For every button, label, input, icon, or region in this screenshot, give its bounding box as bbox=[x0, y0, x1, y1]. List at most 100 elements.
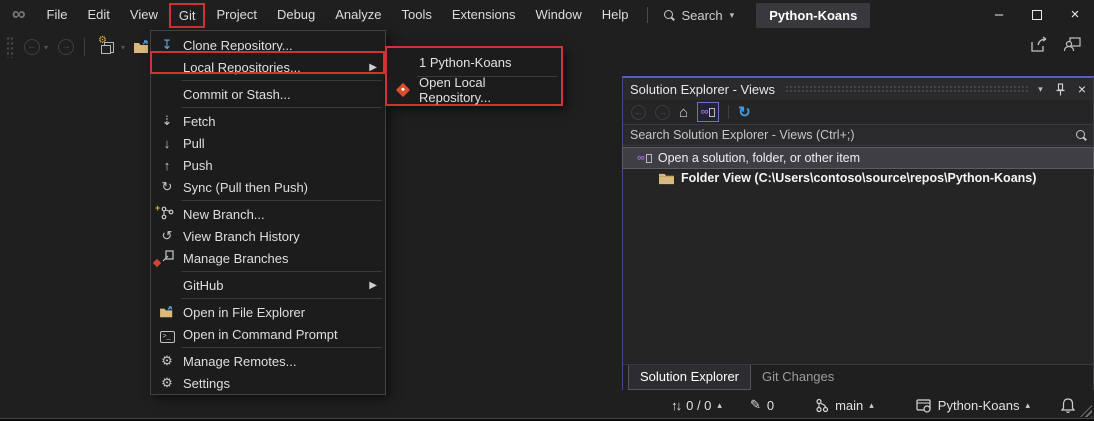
vs-solution-icon: ∞ bbox=[637, 152, 652, 164]
menuitem-label: View Branch History bbox=[183, 229, 385, 244]
menuitem-new-branch[interactable]: + New Branch... bbox=[151, 203, 385, 225]
panel-bottom-tabs: Solution Explorer Git Changes bbox=[623, 364, 1093, 390]
terminal-icon: >_ bbox=[151, 326, 183, 343]
menu-window[interactable]: Window bbox=[525, 0, 591, 30]
chevron-up-icon: ▴ bbox=[1025, 400, 1030, 411]
menuitem-label: Push bbox=[183, 158, 385, 173]
current-branch-status[interactable]: main ▴ bbox=[814, 398, 874, 413]
menuitem-fetch[interactable]: ⇣ Fetch bbox=[151, 110, 385, 132]
menuitem-label: Open in Command Prompt bbox=[183, 327, 385, 342]
window-shape bbox=[101, 45, 111, 54]
document-mini-icon bbox=[709, 108, 715, 117]
git-sync-status[interactable]: ↑↓ 0 / 0 ▴ bbox=[671, 398, 722, 413]
branch-icon bbox=[814, 398, 829, 413]
menuitem-label: Commit or Stash... bbox=[183, 87, 385, 102]
close-button[interactable]: × bbox=[1056, 0, 1094, 30]
solution-tree: ∞ Open a solution, folder, or other item… bbox=[623, 146, 1093, 364]
share-icon[interactable] bbox=[1030, 36, 1049, 53]
branch-name: main bbox=[835, 398, 863, 413]
menu-separator bbox=[181, 271, 382, 272]
menu-help[interactable]: Help bbox=[592, 0, 639, 30]
submenu-arrow-icon: ▶ bbox=[369, 280, 385, 291]
menuitem-pull[interactable]: ↓ Pull bbox=[151, 132, 385, 154]
panel-toolbar: ← → ⌂ ∞ ↻ bbox=[623, 100, 1093, 125]
panel-forward-button[interactable]: → bbox=[655, 105, 670, 120]
submenuitem-python-koans[interactable]: 1 Python-Koans bbox=[387, 50, 561, 75]
menu-debug[interactable]: Debug bbox=[267, 0, 325, 30]
menu-project[interactable]: Project bbox=[206, 0, 266, 30]
maximize-icon bbox=[1032, 10, 1042, 20]
maximize-button[interactable] bbox=[1018, 0, 1056, 30]
menuitem-label: Fetch bbox=[183, 114, 385, 129]
menuitem-manage-remotes[interactable]: ⚙ Manage Remotes... bbox=[151, 350, 385, 372]
refresh-icon[interactable]: ↻ bbox=[738, 103, 751, 121]
tree-row-open-solution[interactable]: ∞ Open a solution, folder, or other item bbox=[623, 148, 1093, 168]
back-history-chevron-icon[interactable]: ▾ bbox=[44, 43, 48, 52]
menu-file[interactable]: File bbox=[37, 0, 78, 30]
menu-git[interactable]: Git bbox=[169, 3, 206, 28]
navigate-forward-button[interactable]: → bbox=[58, 39, 74, 55]
home-icon[interactable]: ⌂ bbox=[679, 104, 688, 121]
panel-close-icon[interactable]: × bbox=[1078, 81, 1086, 97]
menu-view[interactable]: View bbox=[120, 0, 168, 30]
window-position-chevron-icon[interactable]: ▾ bbox=[1038, 84, 1043, 95]
menuitem-open-in-command-prompt[interactable]: >_ Open in Command Prompt bbox=[151, 323, 385, 345]
toolbar-grip[interactable] bbox=[6, 36, 14, 58]
menuitem-settings[interactable]: ⚙ Settings bbox=[151, 372, 385, 394]
open-folder-button[interactable] bbox=[133, 40, 151, 55]
pending-edits-status[interactable]: ✎ 0 bbox=[750, 397, 774, 413]
feedback-icon[interactable] bbox=[1063, 36, 1082, 53]
menuitem-github[interactable]: GitHub ▶ bbox=[151, 274, 385, 296]
search-control[interactable]: Search ▾ bbox=[657, 8, 740, 23]
tab-git-changes[interactable]: Git Changes bbox=[751, 365, 845, 389]
solution-search-box[interactable]: Search Solution Explorer - Views (Ctrl+;… bbox=[623, 125, 1093, 146]
gear-icon: ⚙ bbox=[151, 353, 183, 369]
menu-extensions[interactable]: Extensions bbox=[442, 0, 526, 30]
panel-back-button[interactable]: ← bbox=[631, 105, 646, 120]
submenuitem-label: 1 Python-Koans bbox=[419, 55, 512, 70]
switch-views-button[interactable]: ∞ bbox=[697, 102, 719, 122]
vs-mini-glyph: ∞ bbox=[637, 152, 645, 164]
new-project-button[interactable]: ⚙ bbox=[99, 39, 117, 55]
panel-title-bar[interactable]: Solution Explorer - Views ▾ × bbox=[623, 78, 1093, 100]
document-mini-icon bbox=[646, 154, 652, 163]
menuitem-view-branch-history[interactable]: ↺ View Branch History bbox=[151, 225, 385, 247]
current-repository-status[interactable]: Python-Koans ▴ bbox=[916, 398, 1030, 413]
menuitem-local-repositories[interactable]: Local Repositories... ▶ bbox=[151, 56, 385, 78]
panel-drag-grip[interactable] bbox=[785, 84, 1028, 94]
menu-separator bbox=[181, 347, 382, 348]
menuitem-open-in-file-explorer[interactable]: Open in File Explorer bbox=[151, 301, 385, 323]
search-icon bbox=[663, 10, 674, 21]
menuitem-push[interactable]: ↑ Push bbox=[151, 154, 385, 176]
navigate-back-button[interactable]: ← bbox=[24, 39, 40, 55]
push-icon: ↑ bbox=[151, 158, 183, 173]
menuitem-sync[interactable]: ↻ Sync (Pull then Push) bbox=[151, 176, 385, 198]
submenuitem-label: Open Local Repository... bbox=[419, 75, 561, 105]
notifications-bell-icon[interactable] bbox=[1060, 397, 1076, 414]
solution-name-badge[interactable]: Python-Koans bbox=[756, 3, 870, 28]
menuitem-label: Pull bbox=[183, 136, 385, 151]
menu-analyze[interactable]: Analyze bbox=[325, 0, 391, 30]
minimize-button[interactable]: – bbox=[980, 0, 1018, 30]
repository-name: Python-Koans bbox=[938, 398, 1020, 413]
tree-row-folder-view[interactable]: Folder View (C:\Users\contoso\source\rep… bbox=[623, 168, 1093, 188]
tab-solution-explorer[interactable]: Solution Explorer bbox=[628, 365, 751, 390]
menuitem-manage-branches[interactable]: Manage Branches bbox=[151, 247, 385, 269]
menu-tools[interactable]: Tools bbox=[392, 0, 442, 30]
up-down-arrows-icon: ↑↓ bbox=[671, 398, 680, 413]
menu-separator bbox=[181, 80, 382, 81]
submenuitem-open-local-repository[interactable]: Open Local Repository... bbox=[387, 78, 561, 103]
menuitem-label: Open in File Explorer bbox=[183, 305, 385, 320]
menuitem-commit-or-stash[interactable]: Commit or Stash... bbox=[151, 83, 385, 105]
new-project-chevron-icon[interactable]: ▾ bbox=[121, 43, 125, 52]
menuitem-label: New Branch... bbox=[183, 207, 385, 222]
pencil-icon: ✎ bbox=[750, 397, 761, 413]
menuitem-clone-repository[interactable]: ↧ Clone Repository... bbox=[151, 34, 385, 56]
history-icon: ↺ bbox=[151, 228, 183, 244]
gear-icon: ⚙ bbox=[151, 375, 183, 391]
menu-edit[interactable]: Edit bbox=[78, 0, 120, 30]
menu-separator bbox=[181, 298, 382, 299]
menuitem-label: Settings bbox=[183, 376, 385, 391]
search-icon[interactable] bbox=[1075, 130, 1086, 141]
pin-icon[interactable] bbox=[1055, 83, 1066, 96]
